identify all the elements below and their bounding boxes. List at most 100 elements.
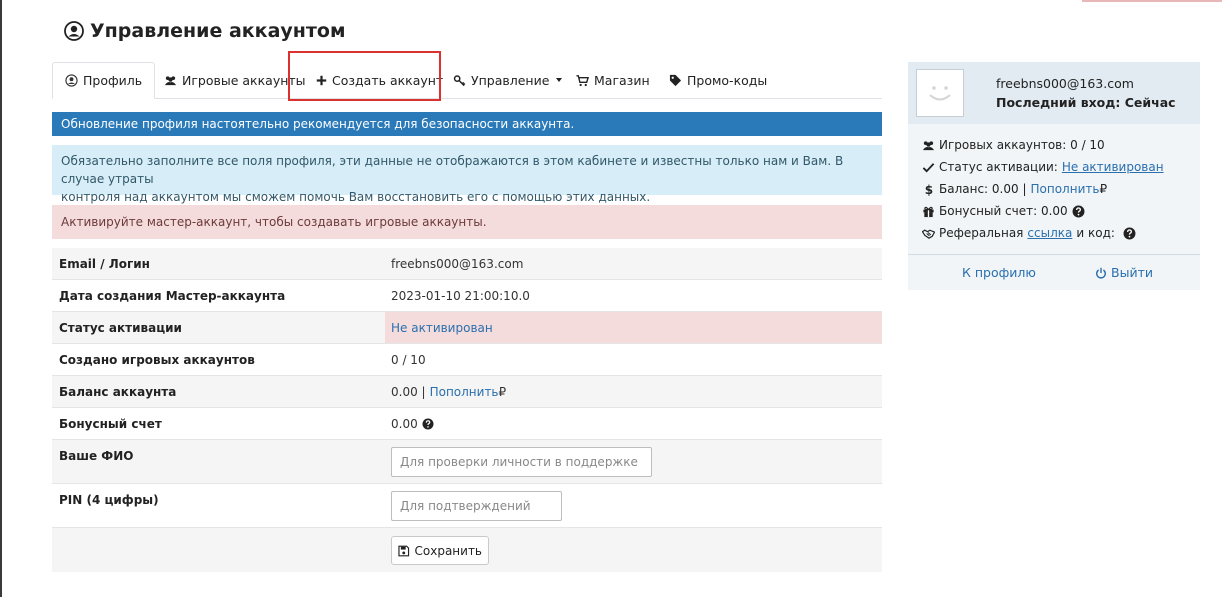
ruble-icon: ₽: [1099, 182, 1108, 196]
users-icon: [164, 75, 177, 85]
table-row-save: Сохранить: [52, 528, 882, 572]
table-row-balance: Баланс аккаунта 0.00 | Пополнить ₽: [52, 376, 882, 408]
tab-create-account[interactable]: Создать аккаунт: [316, 62, 443, 98]
top-accent-bar: [1082, 0, 1222, 2]
status-label: Статус активации: [59, 321, 182, 335]
balance-label: Баланс аккаунта: [59, 385, 177, 399]
handshake-icon: [922, 229, 935, 239]
card-status-link[interactable]: Не активирован: [1062, 160, 1164, 174]
card-referral-suffix: и код:: [1076, 226, 1115, 240]
card-referral: Реферальная ссылка и код:: [922, 226, 1136, 240]
to-profile-button[interactable]: К профилю: [962, 265, 1036, 280]
card-game-accounts-text: Игровых аккаунтов: 0 / 10: [939, 138, 1105, 152]
bonus-value: 0.00: [391, 417, 418, 431]
key-icon: [453, 74, 466, 86]
balance-cell: 0.00 | Пополнить ₽: [391, 385, 506, 399]
card-header: freebns000@163.com Последний вход: Сейча…: [908, 62, 1200, 124]
table-row-status: Статус активации Не активирован: [52, 312, 882, 344]
tab-management[interactable]: Управление: [453, 62, 563, 98]
created-value: 2023-01-10 21:00:10.0: [391, 289, 530, 303]
floppy-disk-icon: [398, 545, 410, 556]
card-bonus-text: Бонусный счет: 0.00: [939, 204, 1068, 218]
nav-tabs: Профиль Игровые аккаунты Создать аккаунт…: [52, 62, 882, 99]
avatar: [916, 69, 964, 117]
table-row-pin: PIN (4 цифры): [52, 484, 882, 528]
to-profile-label: К профилю: [962, 265, 1036, 280]
tab-promo-codes[interactable]: Промо-коды: [669, 62, 767, 98]
tab-profile[interactable]: Профиль: [52, 62, 156, 99]
card-divider: [908, 254, 1200, 255]
table-row-game-accounts: Создано игровых аккаунтов 0 / 10: [52, 344, 882, 376]
alert-profile-info: Обязательно заполните все поля профиля, …: [52, 145, 882, 204]
pin-label: PIN (4 цифры): [59, 493, 159, 507]
card-balance: $ Баланс: 0.00 | Пополнить ₽: [922, 182, 1107, 196]
email-label: Email / Логин: [59, 257, 150, 271]
question-circle-icon[interactable]: [1123, 227, 1136, 240]
tab-management-label: Управление: [471, 72, 550, 88]
card-last-login: Последний вход: Сейчас: [996, 95, 1176, 110]
bonus-cell: 0.00: [391, 417, 434, 431]
table-row-fio: Ваше ФИО: [52, 440, 882, 484]
power-icon: [1096, 267, 1106, 278]
svg-text:$: $: [925, 183, 933, 196]
card-status-label: Статус активации:: [939, 160, 1058, 174]
question-circle-icon[interactable]: [1072, 205, 1085, 218]
page-title-text: Управление аккаунтом: [90, 20, 346, 42]
card-referral-label: Реферальная: [939, 226, 1024, 240]
table-row-email: Email / Логин freebns000@163.com: [52, 248, 882, 280]
bonus-label: Бонусный счет: [59, 417, 162, 431]
save-button-label: Сохранить: [414, 543, 483, 558]
game-accounts-label: Создано игровых аккаунтов: [59, 353, 255, 367]
dollar-icon: $: [925, 183, 933, 196]
tab-create-account-label: Создать аккаунт: [332, 72, 444, 88]
alert-activate-master-text: Активируйте мастер-аккаунт, чтобы создав…: [61, 215, 487, 229]
tab-promo-codes-label: Промо-коды: [687, 72, 768, 88]
created-label: Дата создания Мастер-аккаунта: [59, 289, 286, 303]
alert-activate-master: Активируйте мастер-аккаунт, чтобы создав…: [52, 205, 882, 239]
card-balance-label: Баланс: 0.00 |: [939, 182, 1027, 196]
tag-icon: [669, 74, 682, 86]
logout-label: Выйти: [1111, 265, 1153, 280]
plus-icon: [316, 75, 327, 85]
game-accounts-value: 0 / 10: [391, 353, 426, 367]
check-icon: [922, 162, 935, 173]
users-icon: [922, 140, 935, 150]
balance-value: 0.00 |: [391, 385, 426, 399]
card-topup-link[interactable]: Пополнить: [1031, 182, 1100, 196]
alert-info-line-2: контроля над аккаунтом мы сможем помочь …: [61, 190, 651, 204]
smiley-face-icon: [929, 86, 951, 101]
status-value: Не активирован: [391, 321, 493, 335]
tab-game-accounts-label: Игровые аккаунты: [182, 72, 306, 88]
card-referral-link[interactable]: ссылка: [1027, 226, 1072, 240]
cart-icon: [576, 74, 589, 86]
window-edge: [0, 0, 2, 597]
table-row-bonus: Бонусный счет 0.00: [52, 408, 882, 440]
tab-profile-label: Профиль: [83, 73, 143, 88]
gift-icon: [923, 206, 934, 217]
page-title: Управление аккаунтом: [64, 18, 346, 44]
card-status: Статус активации: Не активирован: [922, 160, 1164, 174]
logout-button[interactable]: Выйти: [1095, 265, 1153, 280]
chevron-down-icon: [556, 78, 563, 82]
tab-game-accounts[interactable]: Игровые аккаунты: [164, 62, 306, 98]
fio-input[interactable]: [391, 447, 652, 477]
alert-info-line-1: Обязательно заполните все поля профиля, …: [61, 154, 844, 186]
pin-input[interactable]: [391, 491, 562, 521]
tab-shop[interactable]: Магазин: [576, 62, 650, 98]
user-circle-icon: [65, 74, 78, 87]
card-email: freebns000@163.com: [996, 76, 1134, 91]
card-bonus: Бонусный счет: 0.00: [922, 204, 1085, 218]
ruble-icon: ₽: [498, 385, 507, 399]
fio-label: Ваше ФИО: [59, 449, 134, 463]
alert-profile-update: Обновление профиля настоятельно рекоменд…: [52, 112, 882, 136]
user-circle-icon: [64, 21, 84, 41]
balance-topup-link[interactable]: Пополнить: [430, 385, 499, 399]
alert-profile-update-text: Обновление профиля настоятельно рекоменд…: [61, 117, 575, 131]
profile-table: Email / Логин freebns000@163.com Дата со…: [52, 248, 882, 572]
table-row-created: Дата создания Мастер-аккаунта 2023-01-10…: [52, 280, 882, 312]
question-circle-icon[interactable]: [422, 418, 434, 430]
account-summary-card: freebns000@163.com Последний вход: Сейча…: [908, 62, 1200, 290]
card-game-accounts: Игровых аккаунтов: 0 / 10: [922, 138, 1105, 152]
email-value: freebns000@163.com: [391, 257, 524, 271]
save-button[interactable]: Сохранить: [391, 536, 489, 565]
